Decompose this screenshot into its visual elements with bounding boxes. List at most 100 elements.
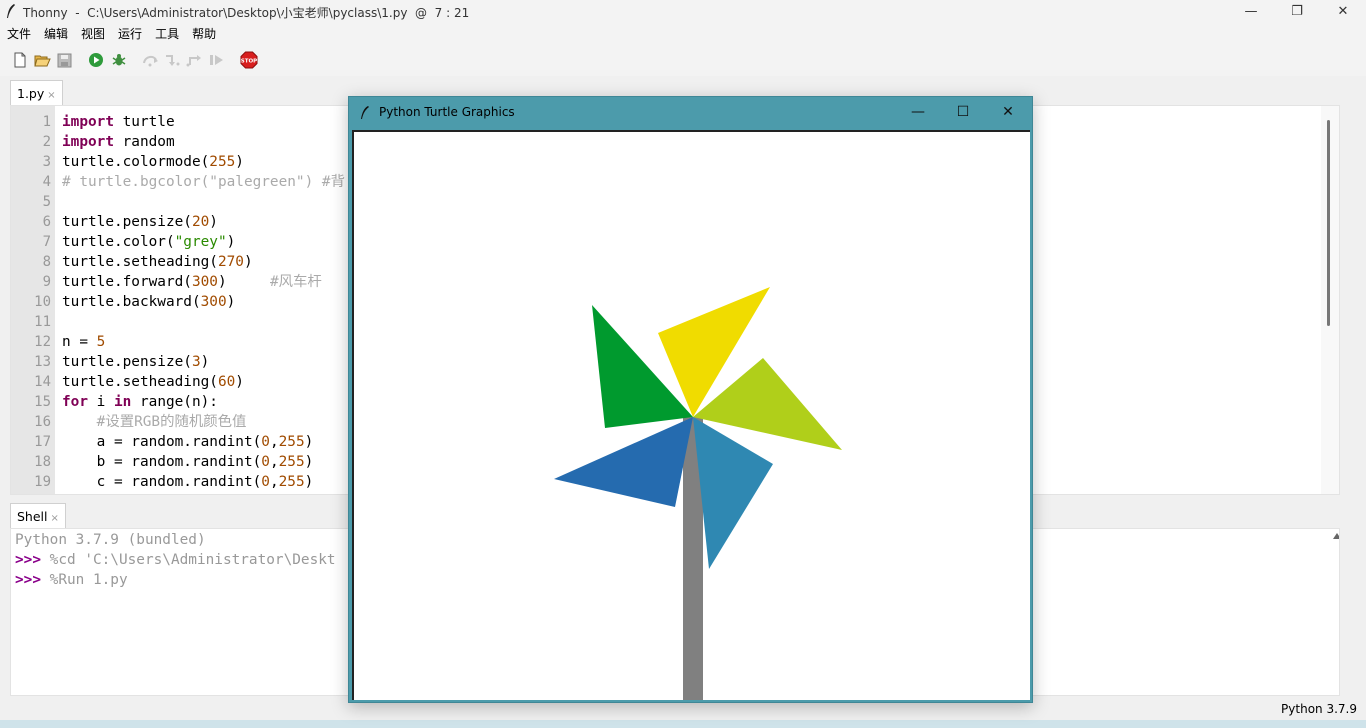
menu-tools[interactable]: 工具 xyxy=(154,22,185,42)
step-over-button[interactable] xyxy=(142,51,160,69)
resume-icon xyxy=(210,55,223,65)
line-number: 5 xyxy=(42,194,51,210)
line-number: 17 xyxy=(34,434,51,450)
stop-label: STOP xyxy=(241,59,257,65)
line-number: 7 xyxy=(42,234,51,250)
code-line: # turtle.bgcolor("palegreen") #背 xyxy=(62,174,345,190)
tab-label: 1.py xyxy=(17,86,45,101)
tab-shell[interactable]: Shell × xyxy=(10,503,66,528)
tab-1py[interactable]: 1.py × xyxy=(10,80,63,105)
code-line: turtle.forward(300) #风车杆 xyxy=(62,274,322,290)
shell-tab-label: Shell xyxy=(17,509,48,524)
menu-view[interactable]: 视图 xyxy=(80,22,111,42)
code-line: turtle.setheading(60) xyxy=(62,374,244,390)
new-file-icon xyxy=(14,52,26,68)
code-line: turtle.color("grey") xyxy=(62,234,236,250)
tab-close-icon[interactable]: × xyxy=(47,90,55,101)
line-number: 11 xyxy=(34,314,51,330)
debug-icon xyxy=(112,54,126,66)
turtle-maximize-button[interactable]: ☐ xyxy=(941,100,985,124)
run-icon xyxy=(89,53,103,67)
line-number: 2 xyxy=(42,134,51,150)
shell-command: %Run 1.py xyxy=(41,572,128,588)
code-line: turtle.colormode(255) xyxy=(62,154,244,170)
turtle-close-button[interactable]: ✕ xyxy=(986,100,1030,124)
line-number: 18 xyxy=(34,454,51,470)
code-line: turtle.pensize(20) xyxy=(62,214,218,230)
blade-blue xyxy=(554,417,693,507)
menu-edit[interactable]: 编辑 xyxy=(43,22,74,42)
line-number: 15 xyxy=(34,394,51,410)
save-icon xyxy=(57,53,71,67)
code-line: c = random.randint(0,255) xyxy=(62,474,314,490)
code-line: #设置RGB的随机颜色值 xyxy=(96,414,247,430)
minimize-button[interactable]: — xyxy=(1228,0,1274,22)
shell-prompt: >>> xyxy=(15,552,41,568)
turtle-graphics-window[interactable]: Python Turtle Graphics — ☐ ✕ xyxy=(348,96,1033,703)
shell-tab-close-icon[interactable]: × xyxy=(51,513,59,524)
code-line: b = random.randint(0,255) xyxy=(62,454,314,470)
line-number: 16 xyxy=(34,414,51,430)
step-out-icon xyxy=(186,55,201,67)
step-out-button[interactable] xyxy=(186,51,204,69)
title-bar: Thonny - C:\Users\Administrator\Desktop\… xyxy=(0,0,1366,22)
maximize-button[interactable]: ❐ xyxy=(1274,0,1320,22)
line-number: 13 xyxy=(34,354,51,370)
open-file-icon xyxy=(33,55,51,66)
code-line: a = random.randint(0,255) xyxy=(62,434,314,450)
code-line: import turtle xyxy=(62,114,175,130)
line-number: 12 xyxy=(34,334,51,350)
close-button[interactable]: ✕ xyxy=(1320,0,1366,22)
code-line: for i in range(n): xyxy=(62,394,218,410)
stop-icon: STOP xyxy=(240,51,258,69)
menu-help[interactable]: 帮助 xyxy=(191,22,222,42)
code-line: turtle.backward(300) xyxy=(62,294,236,310)
taskbar-strip xyxy=(0,720,1366,728)
debug-button[interactable] xyxy=(110,51,128,69)
line-number: 3 xyxy=(42,154,51,170)
feather-icon xyxy=(361,106,369,119)
run-button[interactable] xyxy=(87,51,105,69)
line-number: 1 xyxy=(42,114,51,130)
interpreter-status[interactable]: Python 3.7.9 xyxy=(1281,702,1357,716)
code-line: turtle.setheading(270) xyxy=(62,254,253,270)
line-number: 10 xyxy=(34,294,51,310)
line-number: 6 xyxy=(42,214,51,230)
menu-bar: 文件 编辑 视图 运行 工具 帮助 xyxy=(0,22,1366,42)
shell-command: %cd 'C:\Users\Administrator\Deskt xyxy=(41,552,336,568)
shell-version-line: Python 3.7.9 (bundled) xyxy=(15,532,206,548)
open-file-button[interactable] xyxy=(33,51,51,69)
line-number: 14 xyxy=(34,374,51,390)
toolbar: STOP xyxy=(0,42,1366,76)
step-into-button[interactable] xyxy=(164,51,182,69)
editor-scrollbar[interactable] xyxy=(1321,106,1339,494)
shell-line: >>> %cd 'C:\Users\Administrator\Deskt xyxy=(15,550,336,570)
new-file-button[interactable] xyxy=(11,51,29,69)
pinwheel-drawing xyxy=(554,287,842,700)
step-into-icon xyxy=(166,55,180,66)
menu-file[interactable]: 文件 xyxy=(6,22,37,42)
shell-scrollbar[interactable] xyxy=(1333,529,1339,695)
line-number-gutter: 1 2 3 4 5 6 7 8 9 10 11 12 13 14 15 16 1… xyxy=(11,106,55,494)
save-button[interactable] xyxy=(55,51,73,69)
blade-steel-blue xyxy=(693,417,773,569)
turtle-minimize-button[interactable]: — xyxy=(896,100,940,124)
line-number: 4 xyxy=(42,174,51,190)
turtle-canvas[interactable] xyxy=(352,130,1030,700)
editor-scroll-thumb[interactable] xyxy=(1327,120,1330,326)
shell-line: >>> %Run 1.py xyxy=(15,570,128,590)
thonny-feather-icon xyxy=(7,4,15,18)
line-number: 19 xyxy=(34,474,51,490)
line-number: 8 xyxy=(42,254,51,270)
menu-run[interactable]: 运行 xyxy=(117,22,148,42)
resume-button[interactable] xyxy=(208,51,226,69)
code-line: import random xyxy=(62,134,175,150)
shell-prompt: >>> xyxy=(15,572,41,588)
turtle-window-title: Python Turtle Graphics xyxy=(379,105,515,119)
code-line: turtle.pensize(3) xyxy=(62,354,210,370)
line-number: 9 xyxy=(42,274,51,290)
step-over-icon xyxy=(143,55,158,67)
stop-button[interactable]: STOP xyxy=(240,51,258,69)
scroll-up-icon[interactable] xyxy=(1333,533,1340,539)
code-line: n = 5 xyxy=(62,334,106,350)
